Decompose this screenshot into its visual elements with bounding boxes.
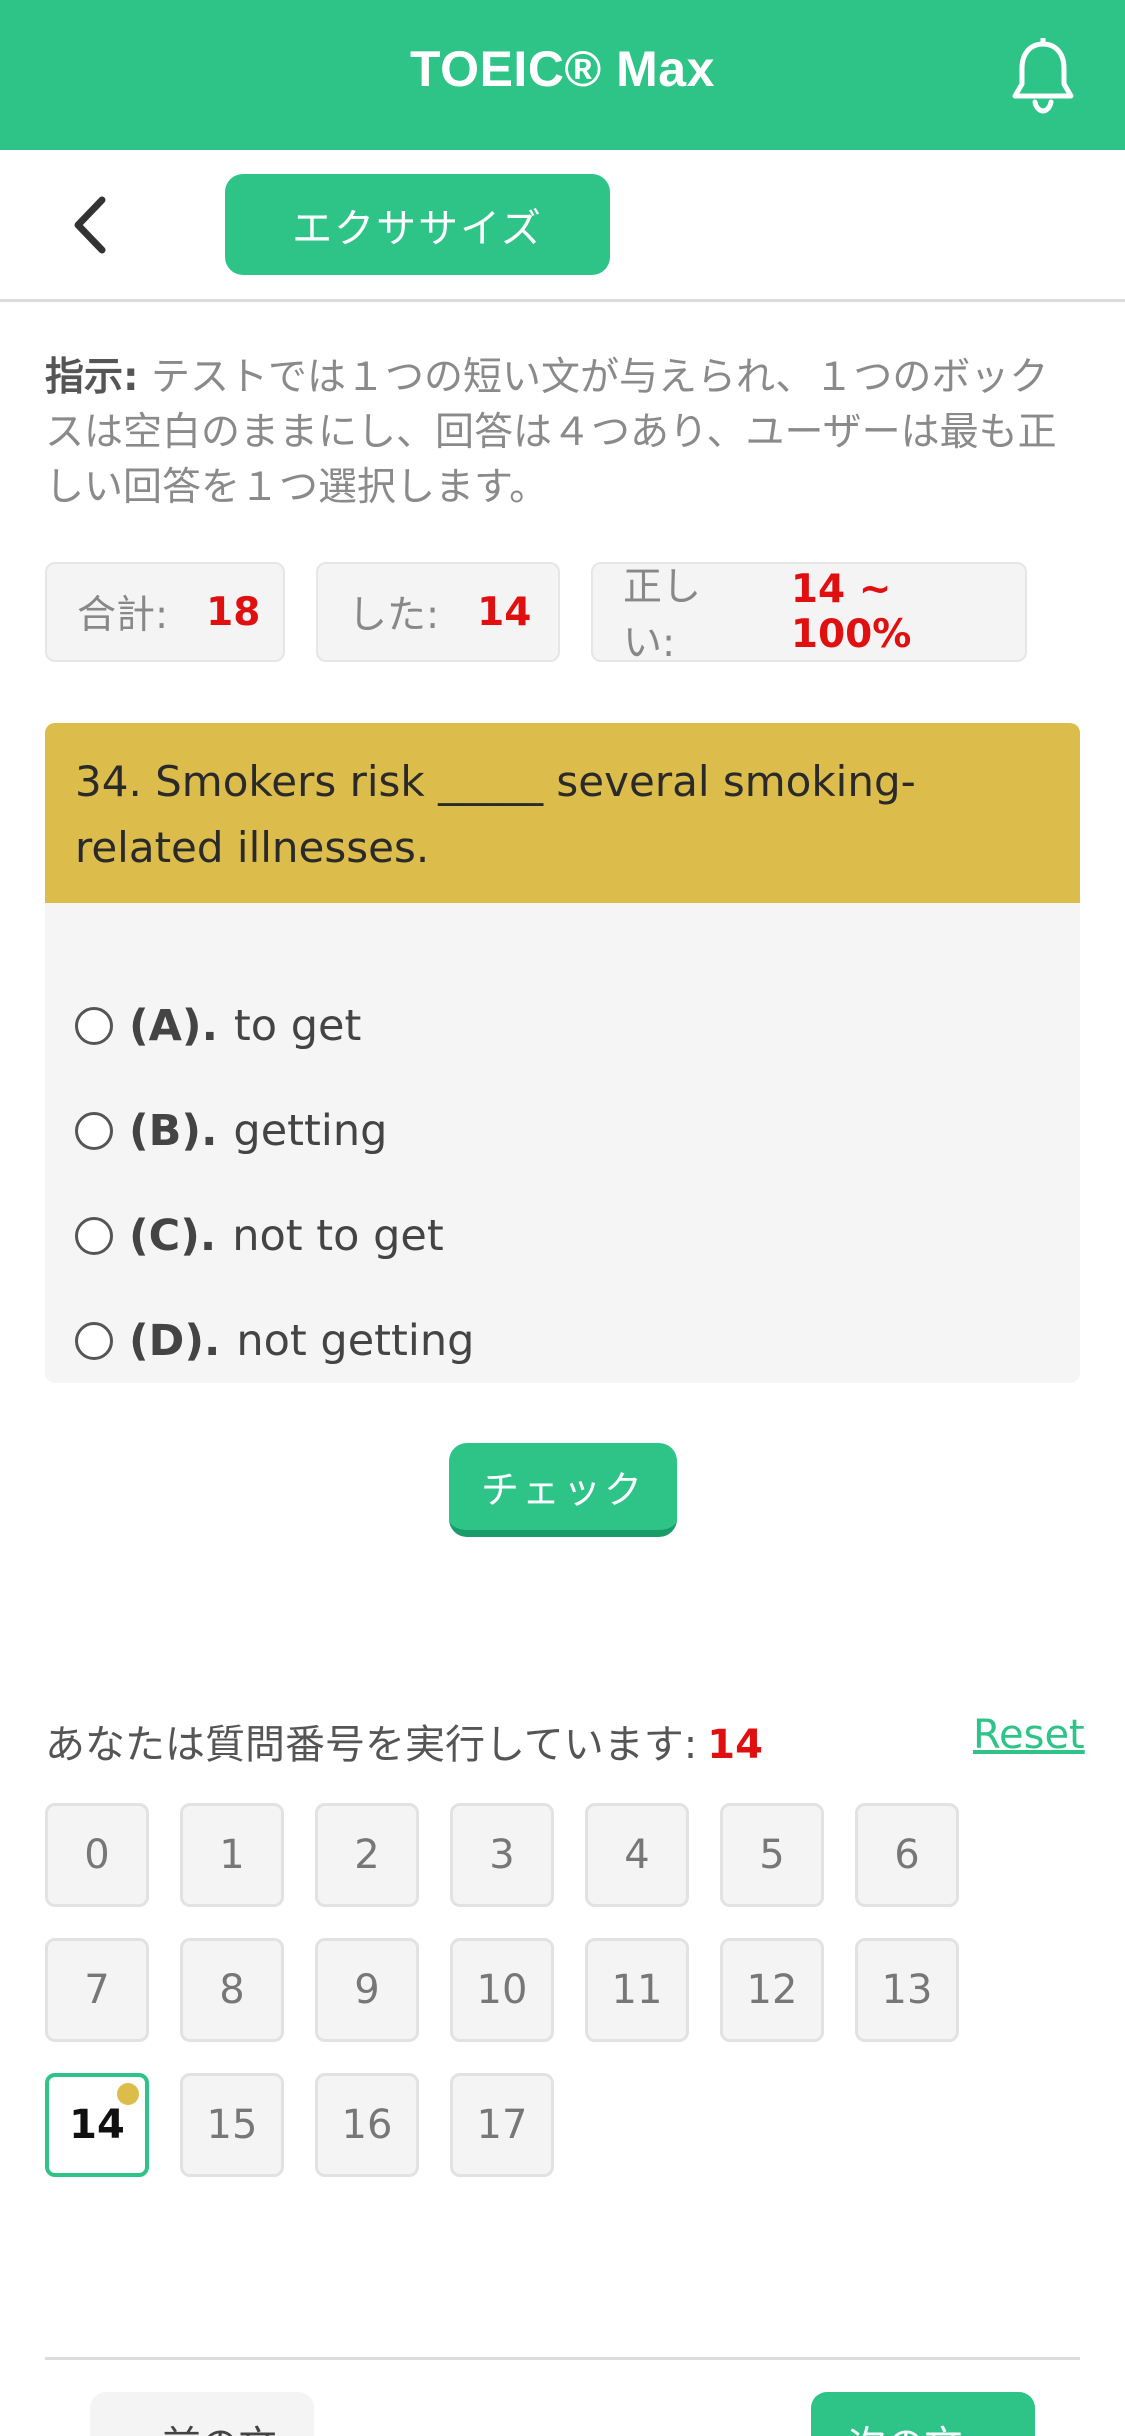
option-letter: (B).: [129, 1106, 218, 1156]
option-c[interactable]: (C). not to get: [75, 1196, 444, 1276]
stat-total: 合計: 18: [45, 562, 285, 662]
chevron-left-icon[interactable]: [60, 190, 120, 260]
question-number-label: 14: [69, 2102, 125, 2148]
radio-d[interactable]: [75, 1322, 113, 1360]
next-sentence-button[interactable]: 次の文 »: [811, 2392, 1035, 2436]
question-card: 34. Smokers risk _____ several smoking-r…: [45, 723, 1080, 1383]
option-letter: (A).: [129, 1001, 218, 1051]
sub-bar: エクササイズ: [0, 150, 1125, 302]
option-letter: (C).: [129, 1211, 217, 1261]
stat-total-label: 合計:: [77, 593, 169, 638]
question-number-button-current[interactable]: 14: [45, 2073, 149, 2177]
instructions-label: 指示:: [45, 355, 139, 400]
current-question-number: 14: [707, 1722, 763, 1768]
radio-c[interactable]: [75, 1217, 113, 1255]
question-number-button[interactable]: 4: [585, 1803, 689, 1907]
prev-sentence-button[interactable]: « 前の文: [90, 2392, 314, 2436]
option-b[interactable]: (B). getting: [75, 1091, 387, 1171]
stat-done-label: した:: [348, 593, 440, 638]
radio-b[interactable]: [75, 1112, 113, 1150]
question-number-button[interactable]: 16: [315, 2073, 419, 2177]
stat-done: した: 14: [316, 562, 560, 662]
radio-a[interactable]: [75, 1007, 113, 1045]
instructions: 指示: テストでは１つの短い文が与えられ、１つのボックスは空白のままにし、回答は…: [45, 350, 1080, 515]
stat-correct-value: 14 ~ 100%: [790, 567, 912, 657]
exercise-mode-button[interactable]: エクササイズ: [225, 174, 610, 275]
question-number-button[interactable]: 1: [180, 1803, 284, 1907]
stat-correct-label: 正しい:: [623, 565, 702, 666]
option-letter: (D).: [129, 1316, 221, 1366]
stat-done-value: 14: [477, 589, 532, 635]
option-text: to get: [233, 1001, 362, 1051]
question-number-button[interactable]: 7: [45, 1938, 149, 2042]
question-number-button[interactable]: 11: [585, 1938, 689, 2042]
question-number-button[interactable]: 9: [315, 1938, 419, 2042]
question-number-button[interactable]: 2: [315, 1803, 419, 1907]
reset-link[interactable]: Reset: [973, 1712, 1085, 1758]
question-number-button[interactable]: 3: [450, 1803, 554, 1907]
app-title: TOEIC® Max: [410, 41, 715, 97]
question-number-button[interactable]: 0: [45, 1803, 149, 1907]
current-indicator-dot: [117, 2083, 139, 2105]
question-number-button[interactable]: 8: [180, 1938, 284, 2042]
progress-label-text: あなたは質問番号を実行しています:: [45, 1722, 698, 1768]
question-number-button[interactable]: 17: [450, 2073, 554, 2177]
progress-label: あなたは質問番号を実行しています: 14: [45, 1712, 763, 1770]
divider: [45, 2357, 1080, 2360]
app-bar: TOEIC® Max: [0, 0, 1125, 150]
check-button[interactable]: チェック: [449, 1443, 677, 1537]
bell-icon[interactable]: [1008, 38, 1078, 114]
option-a[interactable]: (A). to get: [75, 986, 361, 1066]
option-text: getting: [233, 1106, 388, 1156]
option-text: not to get: [232, 1211, 444, 1261]
question-number-button[interactable]: 10: [450, 1938, 554, 2042]
option-d[interactable]: (D). not getting: [75, 1301, 474, 1381]
question-number-button[interactable]: 6: [855, 1803, 959, 1907]
stat-correct: 正しい: 14 ~ 100%: [591, 562, 1027, 666]
question-number-button[interactable]: 13: [855, 1938, 959, 2042]
stat-total-value: 18: [206, 589, 261, 635]
question-number-button[interactable]: 12: [720, 1938, 824, 2042]
instructions-text: テストでは１つの短い文が与えられ、１つのボックスは空白のままにし、回答は４つあり…: [45, 355, 1057, 510]
question-text: 34. Smokers risk _____ several smoking-r…: [45, 723, 1080, 903]
question-number-button[interactable]: 15: [180, 2073, 284, 2177]
question-number-button[interactable]: 5: [720, 1803, 824, 1907]
option-text: not getting: [236, 1316, 475, 1366]
